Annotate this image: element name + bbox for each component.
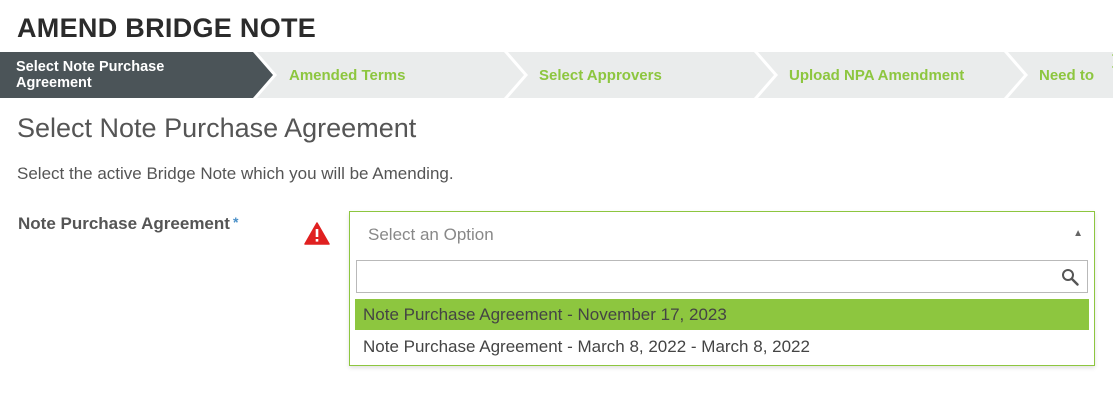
npa-field-label-text: Note Purchase Agreement: [18, 214, 230, 233]
select-placeholder[interactable]: Select an Option: [368, 225, 494, 245]
select-option[interactable]: Note Purchase Agreement - March 8, 2022 …: [355, 331, 1089, 362]
step-upload-npa-amendment[interactable]: Upload NPA Amendment: [789, 52, 964, 98]
npa-field-label: Note Purchase Agreement *: [18, 214, 238, 234]
wizard-stepper: Select Note Purchase Agreement Amended T…: [0, 52, 1113, 98]
instructions-text: Select the active Bridge Note which you …: [17, 164, 454, 183]
page: AMEND BRIDGE NOTE Select Note Purchase A…: [0, 0, 1113, 401]
step-select-approvers[interactable]: Select Approvers: [539, 52, 662, 98]
section-title: Select Note Purchase Agreement: [17, 113, 417, 143]
page-title: AMEND BRIDGE NOTE: [17, 13, 317, 43]
step-need-to[interactable]: Need to: [1039, 52, 1094, 98]
step-amended-terms[interactable]: Amended Terms: [289, 52, 405, 98]
required-mark: *: [232, 214, 239, 230]
select-option[interactable]: Note Purchase Agreement - November 17, 2…: [355, 299, 1089, 330]
step-select-npa[interactable]: Select Note Purchase Agreement: [16, 52, 196, 98]
npa-select[interactable]: Select an Option ▲ Note Purchase Agreeme…: [349, 211, 1095, 366]
warning-triangle-icon: [304, 222, 330, 245]
caret-up-icon[interactable]: ▲: [1073, 228, 1083, 239]
select-search-input[interactable]: [356, 260, 1088, 293]
search-icon: [1062, 269, 1079, 286]
